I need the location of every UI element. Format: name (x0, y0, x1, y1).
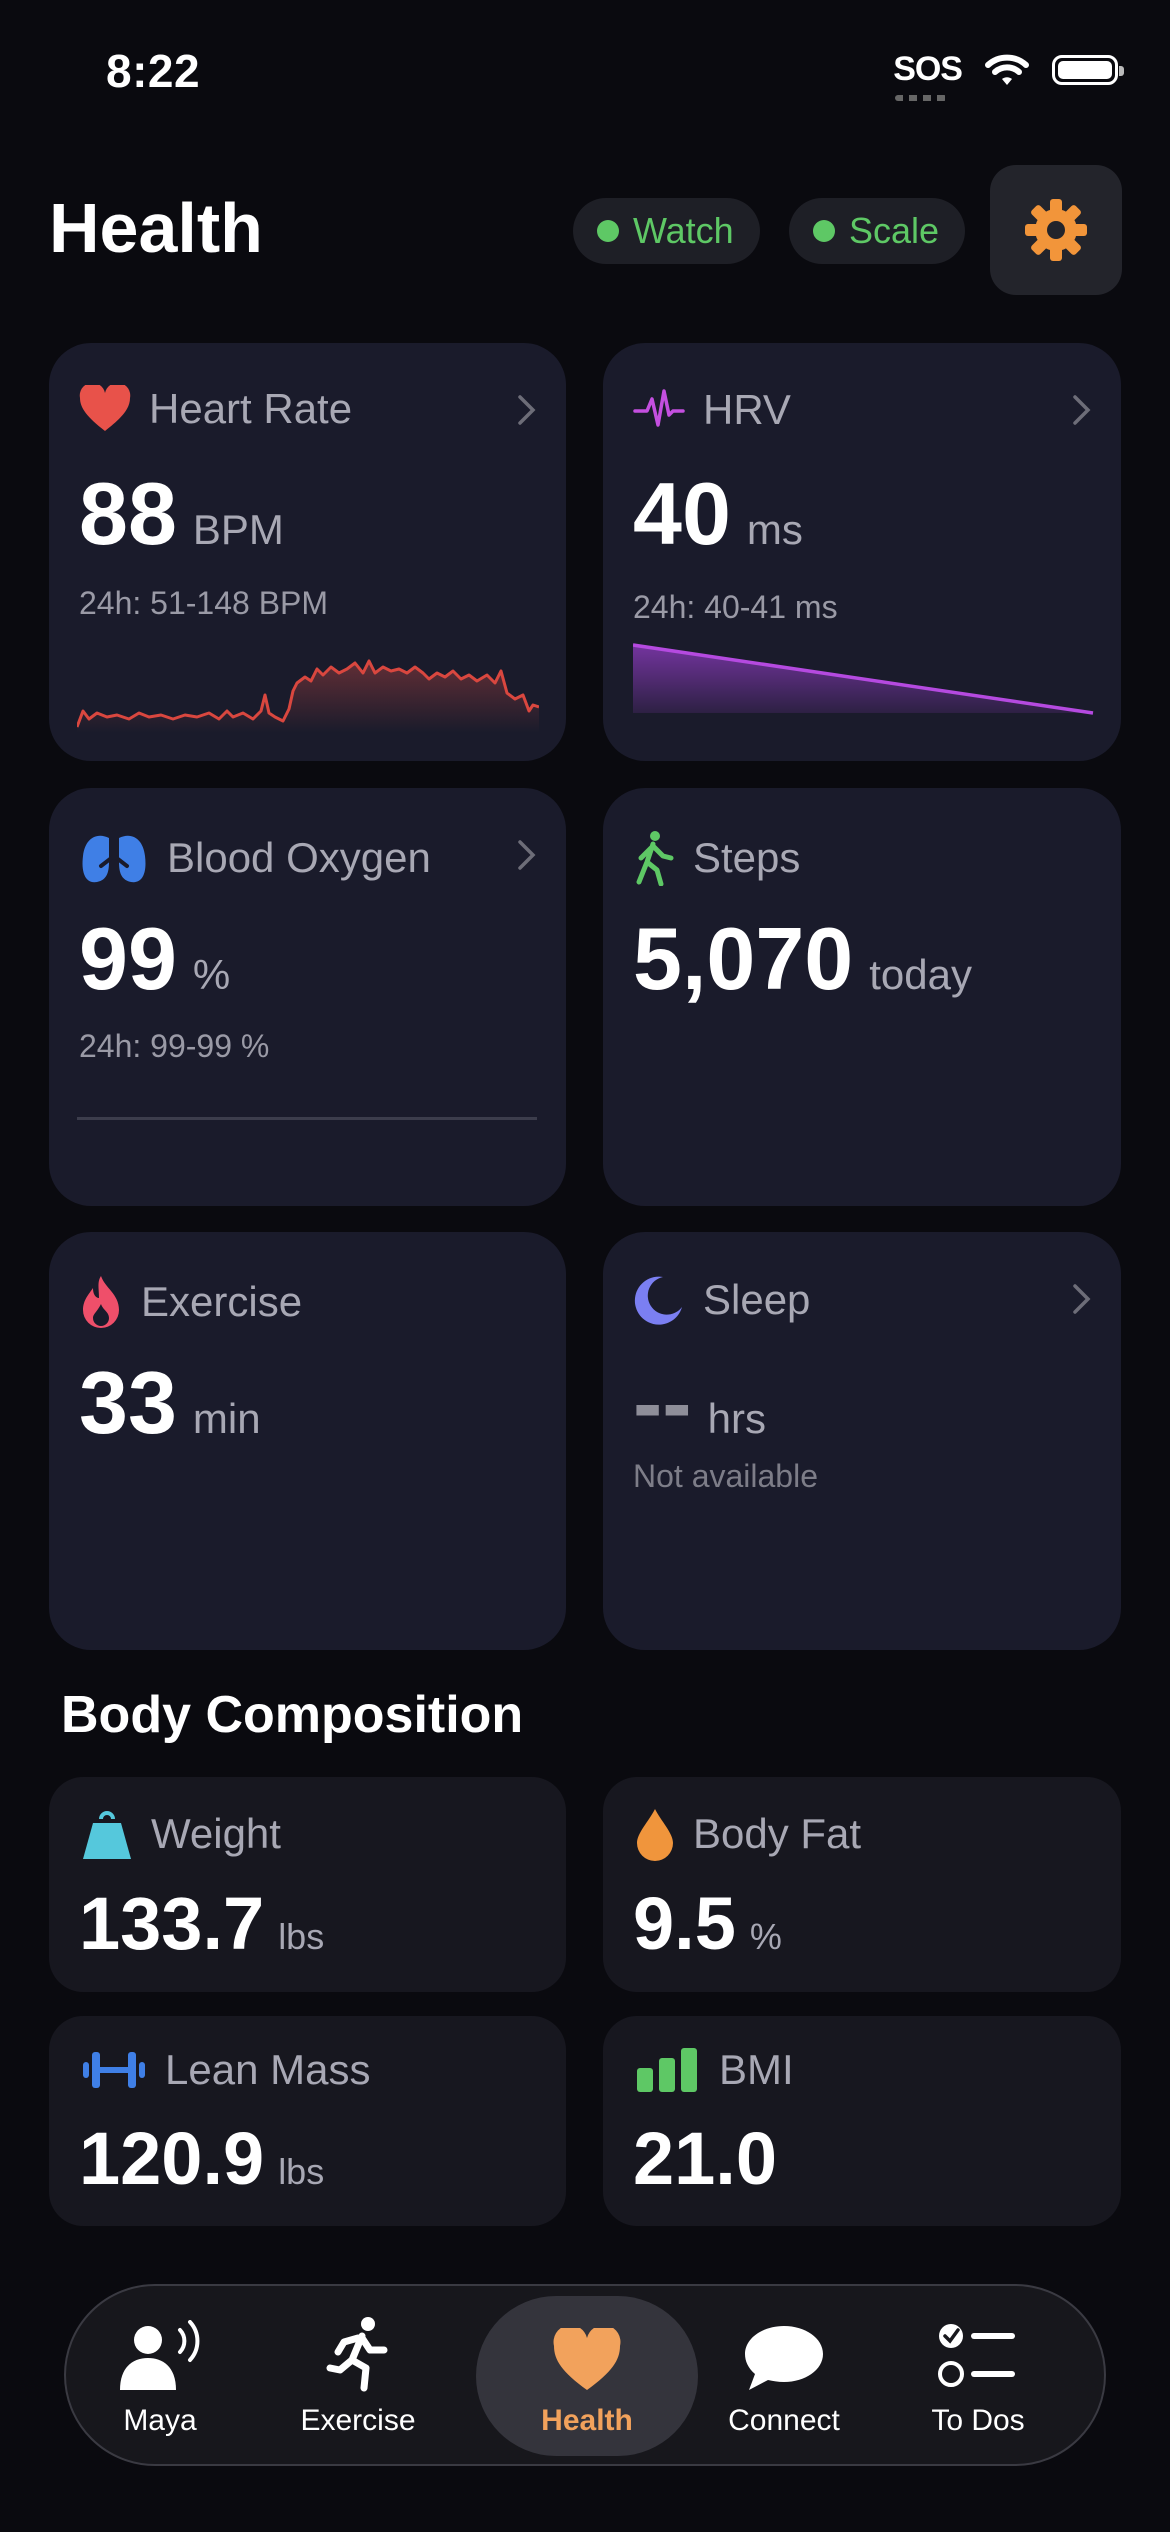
tab-label: Exercise (300, 2404, 416, 2437)
exercise-value: 33 min (79, 1353, 261, 1452)
steps-card[interactable]: Steps 5,070 today (603, 788, 1121, 1206)
body-fat-value: 9.5% (633, 1882, 782, 1965)
blood-oxygen-value: 99% (79, 909, 231, 1008)
connected-dot-icon (813, 220, 835, 242)
exercise-label: Exercise (141, 1278, 303, 1325)
heart-rate-sparkline (77, 659, 539, 733)
gear-icon (1025, 199, 1087, 261)
bmi-card[interactable]: BMI 21.0 (603, 2016, 1121, 2226)
lean-mass-label: Lean Mass (165, 2046, 371, 2093)
blood-oxygen-sparkline (77, 1117, 537, 1120)
steps-label: Steps (693, 834, 801, 881)
sos-indicator: SOS (893, 50, 963, 101)
chevron-right-icon (1073, 395, 1091, 425)
weight-label: Weight (151, 1810, 281, 1857)
hrv-sparkline (633, 643, 1094, 715)
lungs-icon (82, 830, 146, 883)
tab-label: Connect (728, 2404, 840, 2437)
pulse-icon (633, 389, 685, 427)
chat-bubble-icon (745, 2326, 823, 2390)
dumbbell-icon (83, 2052, 145, 2088)
drop-icon (637, 1809, 673, 1861)
heart-rate-card[interactable]: Heart Rate 88 BPM 24h: 51-148 BPM (49, 343, 566, 761)
tab-label: Maya (123, 2404, 197, 2437)
bar-chart-icon (637, 2048, 697, 2092)
status-indicators: SOS (893, 50, 1124, 101)
body-fat-card[interactable]: Body Fat 9.5% (603, 1777, 1121, 1992)
tab-bar: Maya Exercise Health Connect To Dos (64, 2284, 1106, 2466)
hrv-range: 24h: 40-41 ms (633, 589, 838, 625)
walking-icon (636, 831, 674, 886)
blood-oxygen-range: 24h: 99-99 % (79, 1028, 270, 1064)
sleep-value: -- hrs (633, 1353, 766, 1452)
blood-oxygen-card[interactable]: Blood Oxygen 99% 24h: 99-99 % (49, 788, 566, 1206)
tab-health[interactable]: Health (476, 2296, 698, 2456)
sleep-label: Sleep (703, 1276, 811, 1323)
heart-rate-range: 24h: 51-148 BPM (79, 585, 329, 621)
blood-oxygen-label: Blood Oxygen (167, 834, 431, 881)
scale-weight-icon (83, 1811, 131, 1859)
flame-icon (83, 1276, 119, 1328)
body-fat-label: Body Fat (693, 1810, 862, 1857)
battery-icon (1052, 54, 1124, 85)
steps-value: 5,070 today (633, 909, 972, 1008)
hrv-value: 40 ms (633, 464, 803, 563)
wifi-icon (985, 54, 1029, 85)
tab-maya[interactable]: Maya (70, 2296, 250, 2456)
heart-icon (553, 2328, 621, 2390)
page-title: Health (49, 189, 263, 267)
hrv-card[interactable]: HRV 40 ms 24h: 40-41 ms (603, 343, 1121, 761)
tab-to-dos[interactable]: To Dos (888, 2296, 1068, 2456)
connected-dot-icon (597, 220, 619, 242)
weight-card[interactable]: Weight 133.7 lbs (49, 1777, 566, 1992)
exercise-card[interactable]: Exercise 33 min (49, 1232, 566, 1650)
scale-label: Scale (849, 210, 940, 251)
lean-mass-card[interactable]: Lean Mass 120.9 lbs (49, 2016, 566, 2226)
running-icon (326, 2317, 388, 2392)
tab-exercise[interactable]: Exercise (268, 2296, 448, 2456)
bmi-label: BMI (719, 2046, 794, 2093)
section-title-body-composition: Body Composition (61, 1686, 524, 1744)
weight-value: 133.7 lbs (79, 1882, 325, 1965)
chevron-right-icon (518, 395, 536, 425)
sleep-card[interactable]: Sleep -- hrs Not available (603, 1232, 1121, 1650)
chevron-right-icon (1073, 1284, 1091, 1314)
scale-status-chip[interactable]: Scale (789, 198, 966, 264)
heart-rate-label: Heart Rate (149, 385, 353, 432)
tab-label: Health (541, 2404, 633, 2437)
tab-label: To Dos (931, 2404, 1025, 2437)
settings-button[interactable] (990, 165, 1122, 295)
heart-rate-value: 88 BPM (79, 464, 284, 563)
status-time: 8:22 (106, 45, 201, 97)
tab-connect[interactable]: Connect (694, 2296, 874, 2456)
checklist-icon (938, 2324, 1015, 2387)
bmi-value: 21.0 (633, 2117, 778, 2200)
watch-status-chip[interactable]: Watch (573, 198, 760, 264)
watch-label: Watch (633, 210, 734, 251)
moon-icon (634, 1276, 682, 1325)
chevron-right-icon (518, 840, 536, 870)
heart-icon (79, 385, 131, 431)
lean-mass-value: 120.9 lbs (79, 2117, 325, 2200)
speaking-person-icon (120, 2320, 200, 2390)
sleep-status: Not available (633, 1458, 818, 1494)
hrv-label: HRV (703, 386, 791, 433)
